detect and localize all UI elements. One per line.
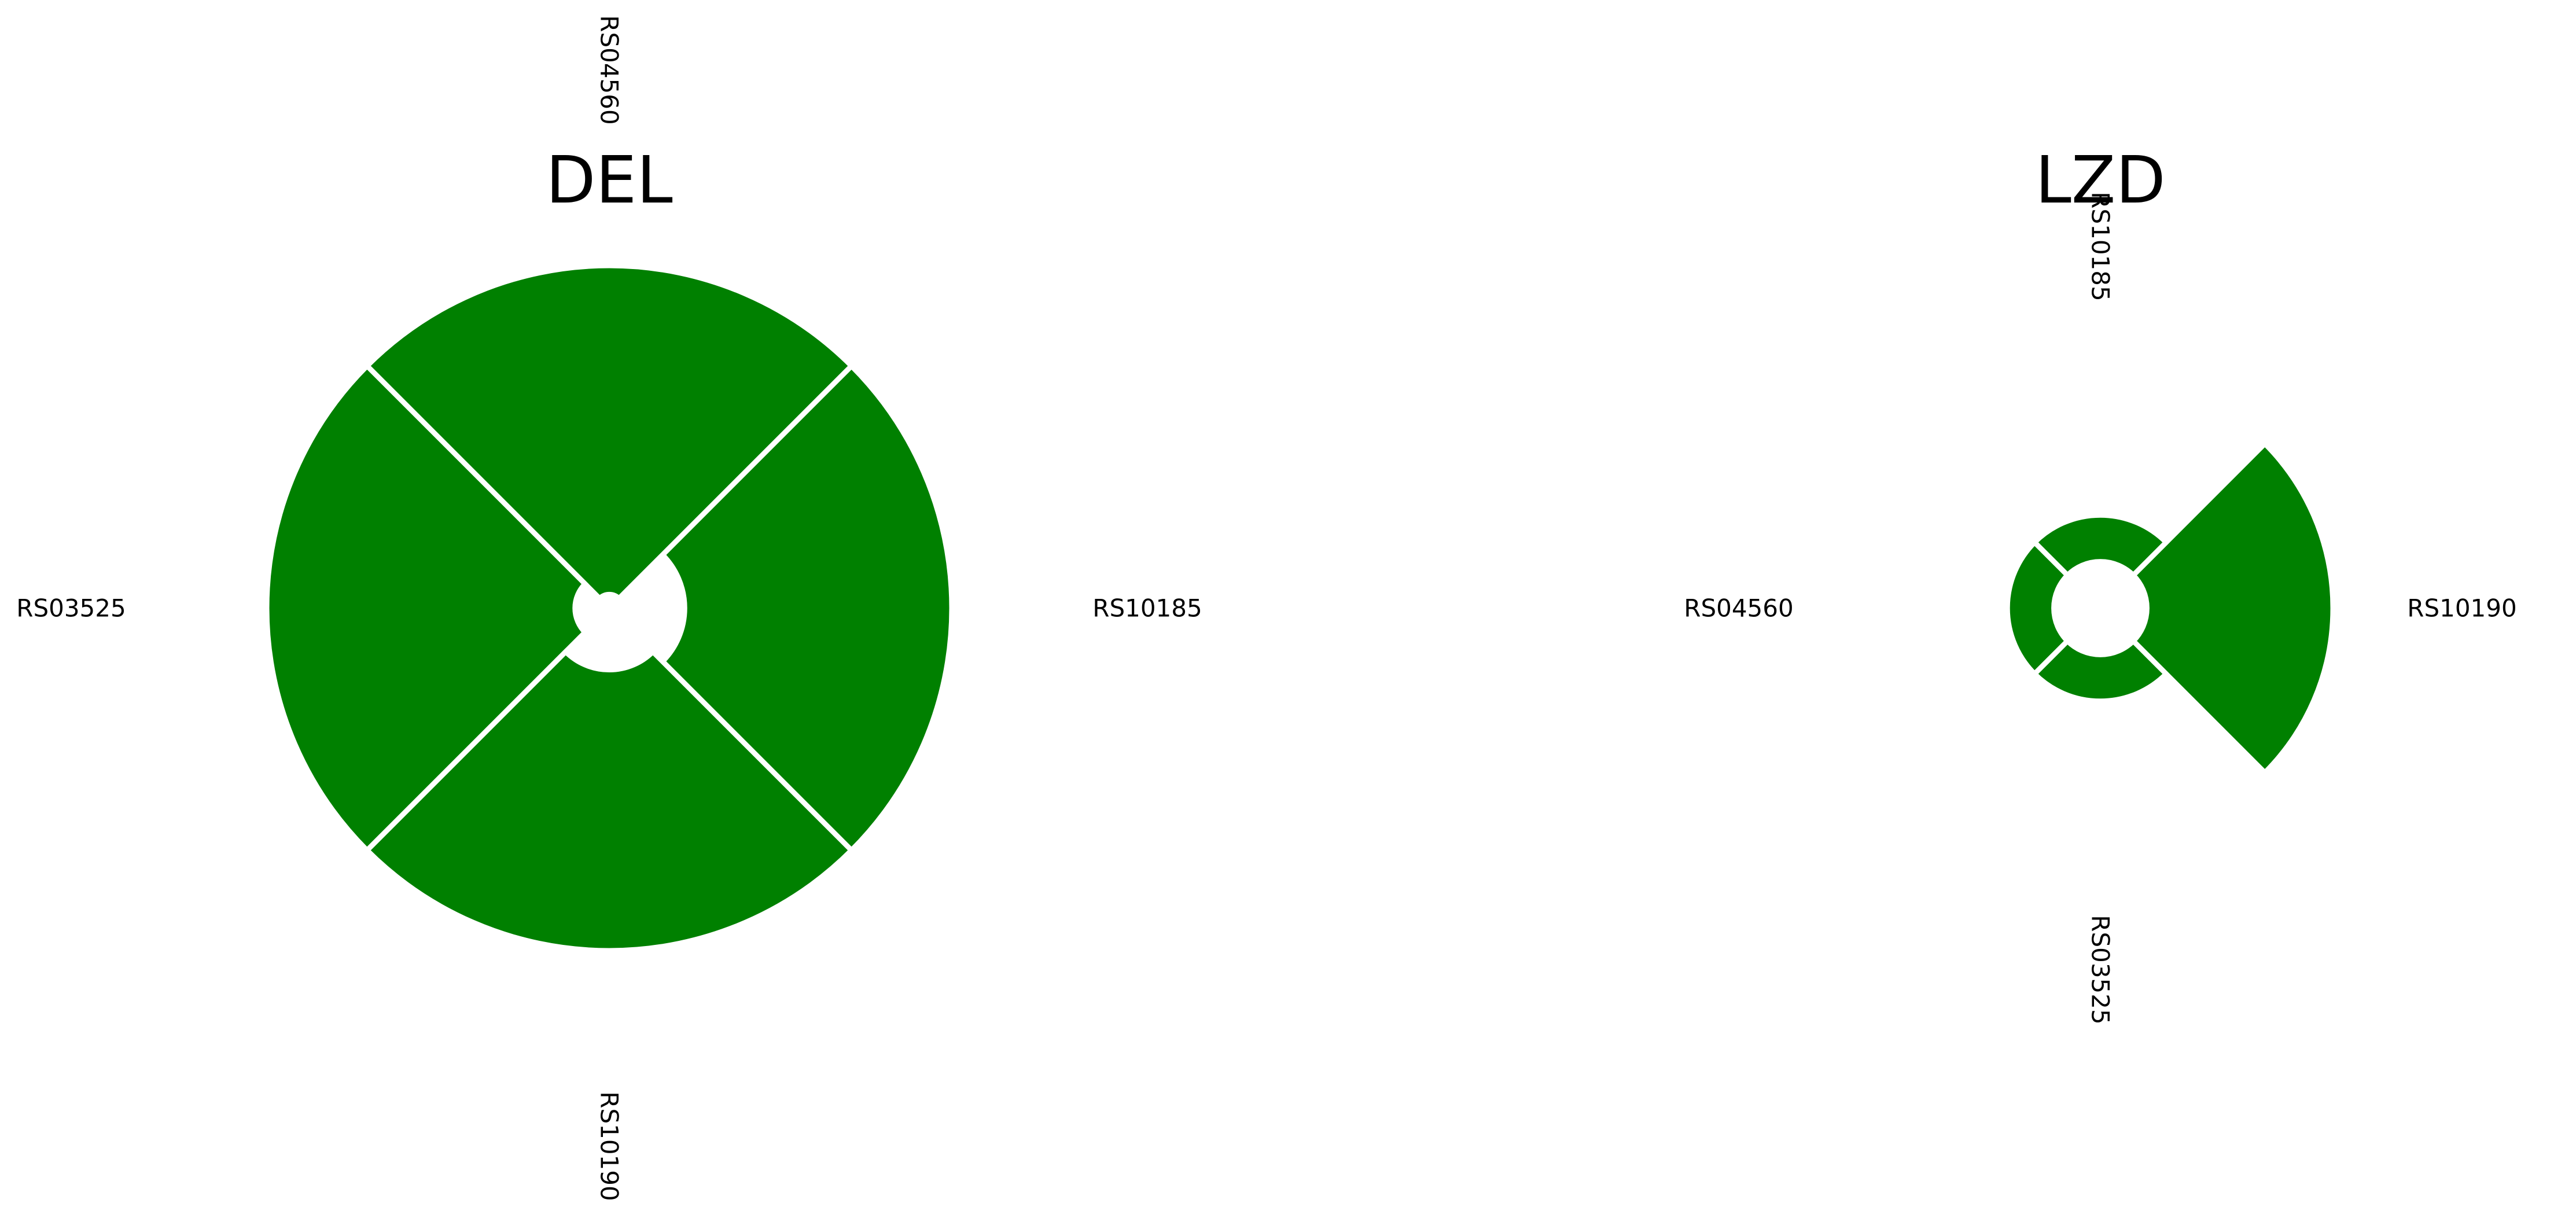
segment-label-rs04560: RS04560 bbox=[595, 15, 624, 124]
segment-label-rs03525: RS03525 bbox=[16, 594, 126, 623]
sectors-del bbox=[264, 263, 955, 954]
labels-lzd: RS10190 RS10185 RS04560 RS03525 bbox=[1684, 192, 2516, 1024]
radial-chart-lzd: LZD RS10190RS10185RS04560RS03525 bbox=[1684, 143, 2516, 1025]
segment-label-rs10190: RS10190 bbox=[595, 1091, 624, 1201]
figure: DEL RS10185RS04560RS03525RS10190 LZD RS1… bbox=[16, 15, 2516, 1201]
segment-label-rs04560: RS04560 bbox=[1684, 594, 1793, 623]
sector-rs10190 bbox=[2129, 440, 2336, 777]
segment-label-rs10185: RS10185 bbox=[1092, 594, 1202, 623]
segment-label-rs10190: RS10190 bbox=[2407, 594, 2516, 623]
sectors-lzd bbox=[2004, 440, 2336, 777]
radial-chart-del: DEL RS10185 RS04560 RS03525 RS10190 bbox=[16, 15, 1202, 1201]
chart-title-del: DEL bbox=[546, 143, 672, 218]
segment-label-rs10185: RS10185 bbox=[2086, 192, 2115, 301]
segment-label-rs03525: RS03525 bbox=[2086, 915, 2115, 1024]
